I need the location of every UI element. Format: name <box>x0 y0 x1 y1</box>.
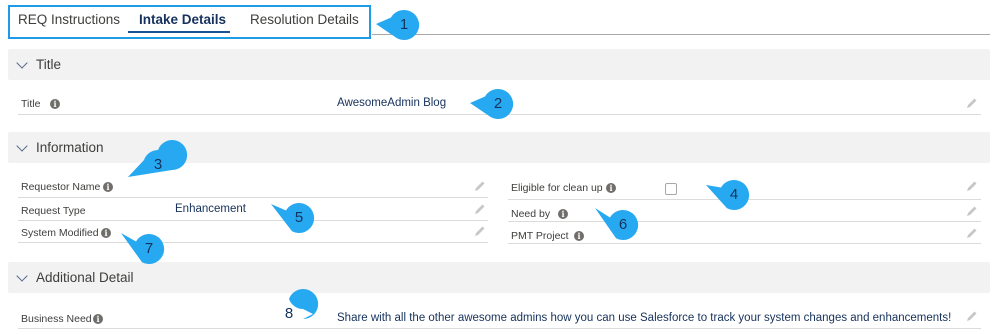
section-information-label: Information <box>36 140 104 155</box>
field-label-need-by: Need by <box>511 208 551 220</box>
field-label-system-modified: System Modified <box>21 227 99 239</box>
section-header-title[interactable]: Title <box>8 49 990 80</box>
info-icon[interactable]: i <box>574 231 584 241</box>
field-label-requestor-name: Requestor Name <box>21 181 101 193</box>
section-header-additional-detail[interactable]: Additional Detail <box>8 262 990 293</box>
info-icon[interactable]: i <box>101 228 111 238</box>
pencil-icon[interactable] <box>966 180 978 192</box>
pencil-icon[interactable] <box>474 180 486 192</box>
chevron-down-icon <box>16 140 28 152</box>
section-title-label: Title <box>36 57 62 72</box>
callout-marker: 8 <box>273 289 319 330</box>
section-additional-detail-label: Additional Detail <box>36 270 134 285</box>
callout-marker: 5 <box>271 202 315 234</box>
field-label-request-type: Request Type <box>21 205 86 217</box>
callout-marker: 2 <box>470 88 514 120</box>
tab-intake-details[interactable]: Intake Details <box>139 12 226 27</box>
info-icon[interactable]: i <box>606 183 616 193</box>
field-label-title: Title <box>21 98 41 110</box>
callout-marker: 6 <box>595 208 639 241</box>
info-icon[interactable]: i <box>558 209 568 219</box>
field-divider <box>18 220 488 221</box>
info-icon[interactable]: i <box>103 182 113 192</box>
field-divider <box>508 243 981 244</box>
pencil-icon[interactable] <box>966 310 978 322</box>
info-icon[interactable]: i <box>50 99 60 109</box>
pencil-icon[interactable] <box>474 225 486 237</box>
pencil-icon[interactable] <box>966 97 978 109</box>
field-divider <box>18 328 981 329</box>
callout-marker: 7 <box>121 233 165 265</box>
field-label-business-need: Business Need <box>21 313 92 325</box>
field-value-title: AwesomeAdmin Blog <box>337 97 447 109</box>
callout-marker: 3 <box>128 140 188 181</box>
info-icon[interactable]: i <box>93 314 103 324</box>
eligible-for-clean-up-checkbox[interactable] <box>665 183 677 195</box>
pencil-icon[interactable] <box>966 227 978 239</box>
field-divider <box>508 221 981 222</box>
callout-marker: 4 <box>706 179 750 211</box>
field-value-request-type: Enhancement <box>175 203 246 215</box>
chevron-down-icon <box>16 57 28 69</box>
callout-marker: 1 <box>376 9 420 41</box>
pencil-icon[interactable] <box>966 205 978 217</box>
field-divider <box>18 197 488 198</box>
tab-req-instructions[interactable]: REQ Instructions <box>18 12 120 27</box>
tab-resolution-details[interactable]: Resolution Details <box>250 12 359 27</box>
active-tab-indicator <box>128 31 230 33</box>
chevron-down-icon <box>16 270 28 282</box>
field-label-pmt-project: PMT Project <box>511 230 569 242</box>
pencil-icon[interactable] <box>474 203 486 215</box>
field-label-eligible-for-clean-up: Eligible for clean up <box>511 182 603 194</box>
field-divider <box>18 242 488 243</box>
field-value-business-need: Share with all the other awesome admins … <box>337 312 952 324</box>
tab-bar-divider <box>372 34 990 35</box>
